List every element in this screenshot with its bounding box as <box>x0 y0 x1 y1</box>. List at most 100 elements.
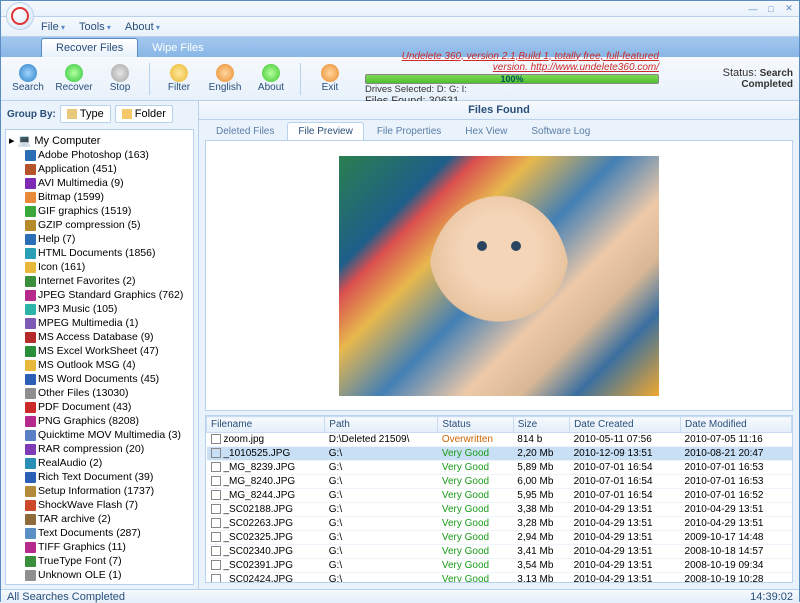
english-button[interactable]: English <box>204 60 246 98</box>
tree-item[interactable]: PDF Document (43) <box>9 400 190 414</box>
exit-button[interactable]: Exit <box>309 60 351 98</box>
tree-item[interactable]: PNG Graphics (8208) <box>9 414 190 428</box>
tree-item[interactable]: AVI Multimedia (9) <box>9 176 190 190</box>
tree-item[interactable]: TIFF Graphics (11) <box>9 540 190 554</box>
toolbar: Search Recover Stop Filter English About… <box>1 57 799 101</box>
table-row[interactable]: _MG_8239.JPGG:\Very Good5,89 Mb2010-07-0… <box>207 461 792 475</box>
menu-tools[interactable]: Tools <box>79 21 111 33</box>
checkbox[interactable] <box>211 560 221 570</box>
tree-item[interactable]: MS Excel WorkSheet (47) <box>9 344 190 358</box>
tab-wipe-files[interactable]: Wipe Files <box>138 39 217 57</box>
col-path[interactable]: Path <box>325 417 438 433</box>
filetype-icon <box>25 346 36 357</box>
tree-item[interactable]: Rich Text Document (39) <box>9 470 190 484</box>
checkbox[interactable] <box>211 546 221 556</box>
tree-root[interactable]: My Computer <box>9 133 190 148</box>
table-row[interactable]: _SC02424.JPGG:\Very Good3,13 Mb2010-04-2… <box>207 573 792 584</box>
table-row[interactable]: _MG_8240.JPGG:\Very Good6,00 Mb2010-07-0… <box>207 475 792 489</box>
table-row[interactable]: _SC02340.JPGG:\Very Good3,41 Mb2010-04-2… <box>207 545 792 559</box>
filter-button[interactable]: Filter <box>158 60 200 98</box>
checkbox[interactable] <box>211 504 221 514</box>
tree-item[interactable]: RAR compression (20) <box>9 442 190 456</box>
checkbox[interactable] <box>211 574 221 583</box>
maximize-icon[interactable]: □ <box>765 4 777 14</box>
tree-item[interactable]: Help (7) <box>9 232 190 246</box>
tree-item[interactable]: JPEG Standard Graphics (762) <box>9 288 190 302</box>
menu-file[interactable]: File <box>41 21 65 33</box>
tree-item[interactable]: WAFE Multimedia (9) <box>9 582 190 585</box>
group-by-type-button[interactable]: Type <box>60 105 111 123</box>
tree-item[interactable]: Quicktime MOV Multimedia (3) <box>9 428 190 442</box>
col-modified[interactable]: Date Modified <box>681 417 792 433</box>
tree-item[interactable]: MS Access Database (9) <box>9 330 190 344</box>
close-icon[interactable]: ✕ <box>783 4 795 14</box>
filetype-icon <box>25 472 36 483</box>
tree-item[interactable]: MPEG Multimedia (1) <box>9 316 190 330</box>
tree-item[interactable]: Internet Favorites (2) <box>9 274 190 288</box>
tab-file-properties[interactable]: File Properties <box>366 122 452 140</box>
filetype-icon <box>25 556 36 567</box>
col-size[interactable]: Size <box>513 417 569 433</box>
sub-tabs: Deleted Files File Preview File Properti… <box>199 120 799 140</box>
col-filename[interactable]: Filename <box>207 417 325 433</box>
filetype-icon <box>25 318 36 329</box>
type-tree[interactable]: My Computer Adobe Photoshop (163)Applica… <box>5 129 194 585</box>
checkbox[interactable] <box>211 462 221 472</box>
tab-recover-files[interactable]: Recover Files <box>41 38 138 57</box>
tree-item[interactable]: Application (451) <box>9 162 190 176</box>
checkbox[interactable] <box>211 434 221 444</box>
checkbox[interactable] <box>211 490 221 500</box>
group-by-folder-button[interactable]: Folder <box>115 105 173 123</box>
tree-item[interactable]: GZIP compression (5) <box>9 218 190 232</box>
tree-item[interactable]: Text Documents (287) <box>9 526 190 540</box>
stop-button[interactable]: Stop <box>99 60 141 98</box>
recover-icon <box>65 64 83 82</box>
tree-item[interactable]: Bitmap (1599) <box>9 190 190 204</box>
col-created[interactable]: Date Created <box>570 417 681 433</box>
checkbox[interactable] <box>211 518 221 528</box>
tree-item[interactable]: MS Outlook MSG (4) <box>9 358 190 372</box>
table-row[interactable]: _SC02391.JPGG:\Very Good3,54 Mb2010-04-2… <box>207 559 792 573</box>
tab-file-preview[interactable]: File Preview <box>287 122 363 140</box>
tree-item[interactable]: GIF graphics (1519) <box>9 204 190 218</box>
tree-item[interactable]: Icon (161) <box>9 260 190 274</box>
checkbox[interactable] <box>211 532 221 542</box>
version-link[interactable]: Undelete 360, version 2.1,Build 1, total… <box>365 51 659 73</box>
tree-item[interactable]: Other Files (13030) <box>9 386 190 400</box>
tab-hex-view[interactable]: Hex View <box>454 122 518 140</box>
tree-item[interactable]: Unknown OLE (1) <box>9 568 190 582</box>
table-row[interactable]: _1010525.JPGG:\Very Good2,20 Mb2010-12-0… <box>207 447 792 461</box>
tree-item[interactable]: HTML Documents (1856) <box>9 246 190 260</box>
filetype-icon <box>25 276 36 287</box>
tree-item[interactable]: Setup Information (1737) <box>9 484 190 498</box>
tree-item[interactable]: Adobe Photoshop (163) <box>9 148 190 162</box>
table-row[interactable]: _SC02188.JPGG:\Very Good3,38 Mb2010-04-2… <box>207 503 792 517</box>
menu-about[interactable]: About <box>125 21 160 33</box>
table-row[interactable]: zoom.jpgD:\Deleted 21509\Overwritten814 … <box>207 433 792 447</box>
tree-item[interactable]: ShockWave Flash (7) <box>9 498 190 512</box>
tree-item[interactable]: RealAudio (2) <box>9 456 190 470</box>
filetype-icon <box>25 430 36 441</box>
file-list[interactable]: Filename Path Status Size Date Created D… <box>205 415 793 583</box>
filetype-icon <box>25 402 36 413</box>
tree-item[interactable]: TrueType Font (7) <box>9 554 190 568</box>
about-button[interactable]: About <box>250 60 292 98</box>
search-button[interactable]: Search <box>7 60 49 98</box>
tree-item[interactable]: MS Word Documents (45) <box>9 372 190 386</box>
tree-item[interactable]: MP3 Music (105) <box>9 302 190 316</box>
tab-deleted-files[interactable]: Deleted Files <box>205 122 285 140</box>
filetype-icon <box>25 262 36 273</box>
status-bar: All Searches Completed 14:39:02 <box>1 589 799 603</box>
col-status[interactable]: Status <box>438 417 513 433</box>
filetype-icon <box>25 192 36 203</box>
table-row[interactable]: _SC02325.JPGG:\Very Good2,94 Mb2010-04-2… <box>207 531 792 545</box>
tab-software-log[interactable]: Software Log <box>520 122 601 140</box>
checkbox[interactable] <box>211 476 221 486</box>
table-row[interactable]: _MG_8244.JPGG:\Very Good5,95 Mb2010-07-0… <box>207 489 792 503</box>
type-icon <box>67 109 77 119</box>
table-row[interactable]: _SC02263.JPGG:\Very Good3,28 Mb2010-04-2… <box>207 517 792 531</box>
checkbox[interactable] <box>211 448 221 458</box>
recover-button[interactable]: Recover <box>53 60 95 98</box>
minimize-icon[interactable]: — <box>747 4 759 14</box>
tree-item[interactable]: TAR archive (2) <box>9 512 190 526</box>
